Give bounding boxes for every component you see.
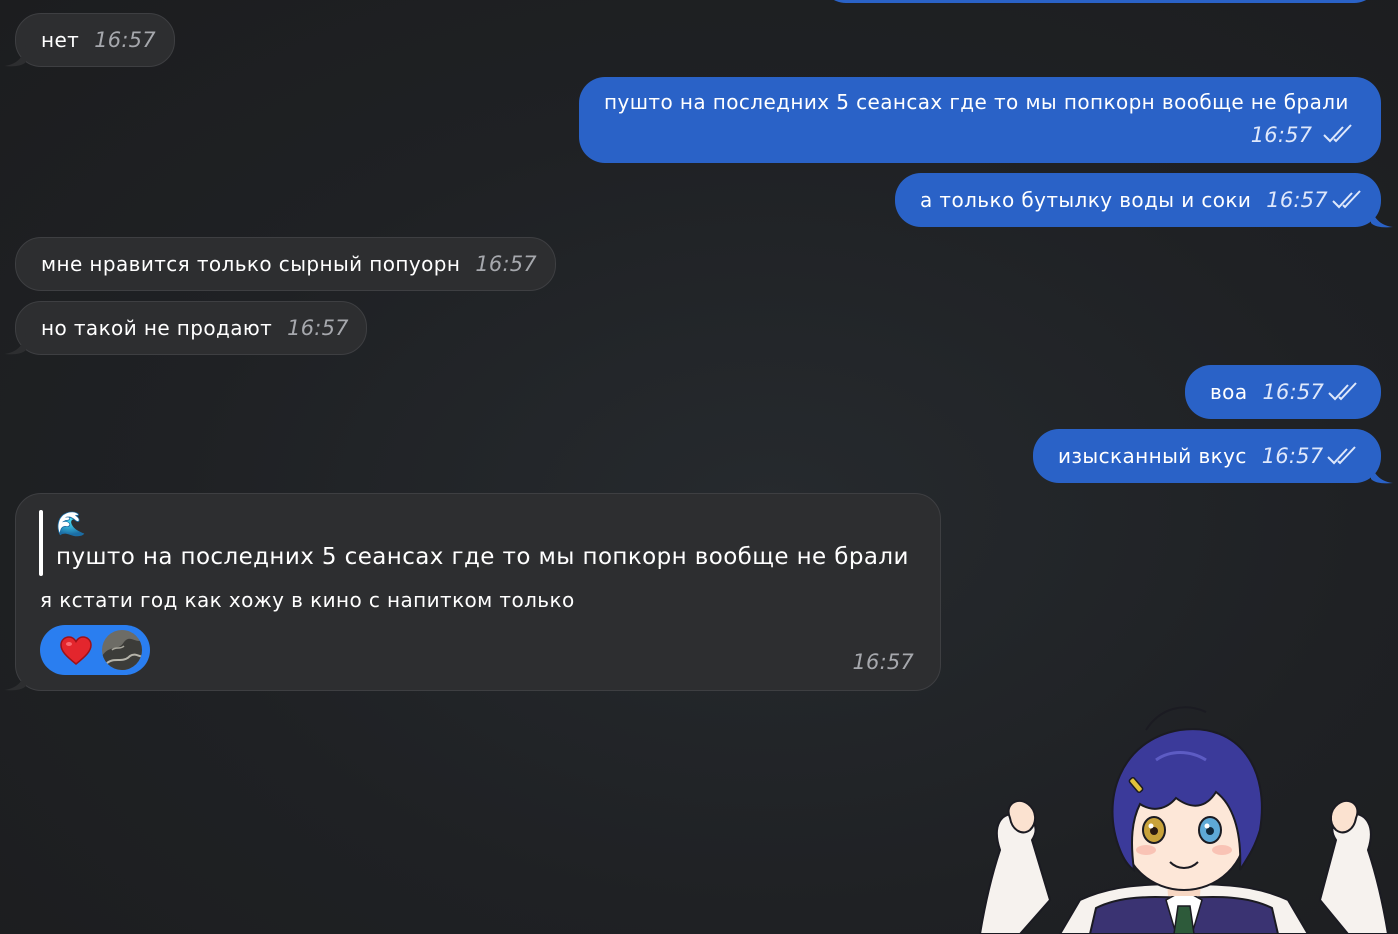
incoming-message[interactable]: но такой не продают 16:57 <box>4 301 367 355</box>
reply-quote-bar <box>39 510 43 576</box>
message-text: но такой не продают <box>41 316 273 340</box>
outgoing-message[interactable]: а только бутылку воды и соки 16:57 <box>895 173 1393 228</box>
message-time: 16:57 <box>1261 444 1324 468</box>
message-time: 16:57 <box>852 650 914 674</box>
incoming-reply-message[interactable]: 🌊 пушто на последних 5 сеансах где то мы… <box>4 493 941 691</box>
outgoing-message[interactable]: изысканный вкус 16:57 <box>1033 429 1393 484</box>
read-checkmarks-icon <box>1327 446 1357 465</box>
message-text: мне нравится только сырный попуорн <box>41 252 461 276</box>
message-time: 16:57 <box>287 316 349 340</box>
incoming-message[interactable]: мне нравится только сырный попуорн 16:57 <box>15 237 556 291</box>
reactions-pill[interactable] <box>40 625 150 675</box>
heart-icon <box>60 636 92 665</box>
read-checkmarks-icon <box>1332 190 1361 209</box>
message-time: 16:57 <box>475 252 537 276</box>
message-text: а только бутылку воды и соки <box>920 188 1252 212</box>
message-time: 16:57 <box>1262 380 1325 404</box>
message-time: 16:57 <box>94 28 156 52</box>
message-text: изысканный вкус <box>1058 444 1247 468</box>
bubble-tail <box>4 669 26 691</box>
read-checkmarks-icon <box>1328 382 1357 401</box>
quoted-text: пушто на последних 5 сеансах где то мы п… <box>56 544 909 570</box>
incoming-message[interactable]: нет 16:57 <box>4 13 175 67</box>
outgoing-message[interactable]: воа 16:57 <box>1185 365 1381 419</box>
reply-quote[interactable]: 🌊 пушто на последних 5 сеансах где то мы… <box>56 508 909 570</box>
cut-off-outgoing-bubble <box>820 0 1380 3</box>
chat-view: нет 16:57 пушто на последних 5 сеансах г… <box>0 0 1398 934</box>
message-text: воа <box>1210 380 1248 404</box>
anime-girl-sticker <box>978 706 1390 934</box>
message-time: 16:57 <box>1266 188 1328 212</box>
message-time: 16:57 <box>1250 123 1313 147</box>
message-text: нет <box>41 28 80 52</box>
reactor-avatar <box>102 630 142 670</box>
message-text: я кстати год как хожу в кино с напитком … <box>40 588 575 612</box>
message-text: пушто на последних 5 сеансах где то мы п… <box>604 90 1349 114</box>
read-checkmarks-icon <box>1323 124 1352 143</box>
outgoing-message[interactable]: пушто на последних 5 сеансах где то мы п… <box>579 77 1381 163</box>
wave-emoji-icon: 🌊 <box>56 510 87 538</box>
